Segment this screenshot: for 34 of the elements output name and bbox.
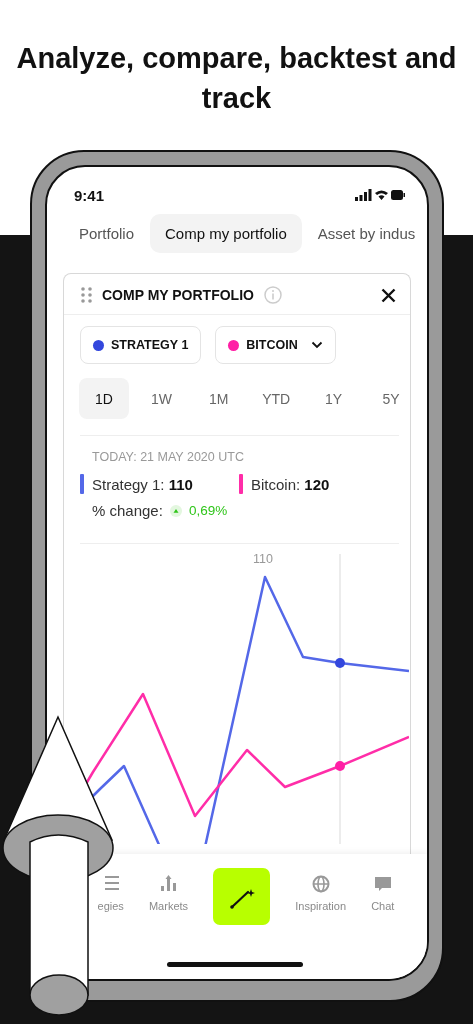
peak-label: 110 — [253, 552, 273, 566]
tab[interactable]: Comp my portfolio — [150, 214, 302, 253]
nav-item[interactable]: Inspiration — [295, 868, 347, 912]
chat-bubble-icon — [372, 874, 393, 894]
nav-item[interactable]: Chat — [371, 868, 395, 912]
nav-item[interactable]: Markets — [148, 868, 189, 912]
status-time: 9:41 — [74, 186, 105, 204]
status-icons — [355, 189, 405, 201]
marker-dot — [335, 761, 345, 771]
card-title: COMP MY PORTFOLIO — [102, 287, 254, 303]
period-tab[interactable]: 1D — [79, 378, 129, 419]
period-tab[interactable]: YTD — [251, 378, 302, 419]
magic-wand-button[interactable] — [213, 868, 271, 925]
close-icon — [381, 287, 396, 303]
date-label: TODAY: 21 MAY 2020 UTC — [91, 450, 245, 464]
legend-text: Bitcoin: 120 — [251, 475, 330, 493]
series-chip[interactable]: BITCOIN — [215, 326, 336, 364]
series-chip[interactable]: STRATEGY 1 — [80, 326, 202, 364]
legend-text: Strategy 1: 110 — [92, 475, 193, 493]
tab[interactable]: Portfolio — [71, 214, 143, 253]
globe-icon — [310, 874, 331, 894]
tab[interactable]: Asset by indus — [309, 214, 424, 253]
bar-chart-icon — [158, 874, 179, 894]
nav-item[interactable]: egies — [97, 868, 124, 912]
change-value: 0,69% — [188, 503, 228, 518]
drag-handle-icon[interactable] — [81, 287, 92, 303]
period-tab[interactable]: 1M — [193, 378, 244, 419]
period-tab[interactable]: 5Y — [365, 378, 410, 419]
period-tab[interactable]: 1Y — [308, 378, 359, 419]
close-button[interactable] — [381, 287, 396, 303]
headline: Analyze, compare, backtest and track — [16, 41, 457, 116]
period-tab[interactable]: 1W — [136, 378, 187, 419]
change-label: % change: — [92, 502, 163, 519]
marker-dot — [335, 658, 345, 668]
